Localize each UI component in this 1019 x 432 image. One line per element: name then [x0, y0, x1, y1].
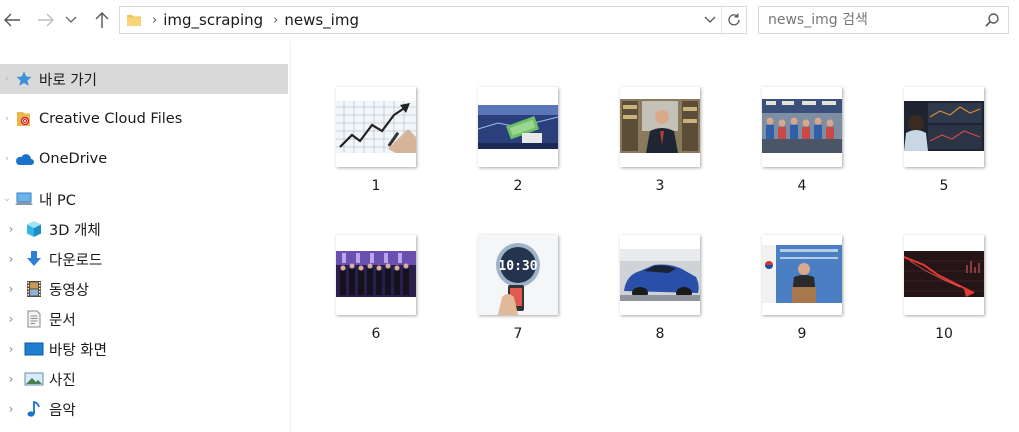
search-box[interactable] — [758, 6, 1009, 34]
nav-item-label: 동영상 — [49, 282, 90, 299]
file-item[interactable]: 10 — [894, 235, 994, 353]
file-name: 8 — [655, 326, 665, 342]
nav-item-quick-access[interactable]: › 바로 가기 — [0, 64, 288, 94]
expand-chevron-icon[interactable]: › — [4, 312, 18, 326]
star-icon — [14, 69, 34, 89]
expand-chevron-icon[interactable]: › — [4, 372, 18, 386]
file-item[interactable]: 6 — [326, 235, 426, 353]
nav-item-label: 다운로드 — [49, 252, 103, 269]
nav-item-label: 바탕 화면 — [49, 342, 107, 359]
address-toolbar: › img_scraping › news_img — [0, 0, 1019, 42]
recent-locations-button[interactable] — [63, 9, 79, 31]
nav-item-this-pc[interactable]: ⌄ 내 PC — [0, 184, 288, 214]
document-icon — [24, 309, 44, 329]
nav-item-label: OneDrive — [39, 151, 108, 167]
expand-chevron-icon[interactable]: › — [4, 222, 18, 236]
file-thumbnail — [478, 87, 558, 167]
file-item[interactable]: 1 — [326, 87, 426, 205]
download-icon — [24, 249, 44, 269]
nav-item-label: 내 PC — [39, 192, 76, 209]
search-input[interactable] — [768, 12, 973, 28]
breadcrumb-separator: › — [152, 12, 158, 28]
file-name: 6 — [371, 326, 381, 342]
nav-item-downloads[interactable]: › 다운로드 — [0, 244, 288, 274]
nav-item-desktop[interactable]: › 바탕 화면 — [0, 334, 288, 364]
chevron-down-icon — [704, 16, 716, 23]
file-name: 7 — [513, 326, 523, 342]
nav-item-label: 3D 개체 — [49, 222, 101, 239]
folder-icon — [127, 15, 141, 26]
file-view: 1 2 3 4 5 6 10:30 7 8 9 10 — [291, 42, 1019, 432]
up-button[interactable] — [92, 9, 112, 31]
nav-item-3d-objects[interactable]: › 3D 개체 — [0, 214, 288, 244]
refresh-button[interactable] — [721, 7, 746, 33]
address-history-dropdown[interactable] — [699, 7, 721, 33]
expand-chevron-icon[interactable]: › — [0, 114, 14, 124]
file-thumbnail — [336, 87, 416, 167]
forward-button[interactable] — [36, 9, 56, 31]
expand-chevron-icon[interactable]: › — [4, 342, 18, 356]
forward-arrow-icon — [38, 13, 54, 27]
desktop-icon — [24, 339, 44, 359]
clock-time-text: 10:30 — [498, 259, 537, 274]
expand-chevron-icon[interactable]: › — [0, 154, 14, 164]
3d-cube-icon — [24, 219, 44, 239]
breadcrumb-img-scraping[interactable]: img_scraping — [163, 11, 263, 29]
nav-item-label: 바로 가기 — [39, 72, 97, 89]
file-name: 4 — [797, 178, 807, 194]
up-arrow-icon — [95, 12, 109, 28]
file-thumbnail: 10:30 — [478, 235, 558, 315]
nav-item-onedrive[interactable]: › OneDrive — [0, 144, 288, 174]
expand-chevron-icon[interactable]: › — [4, 402, 18, 416]
file-thumbnail — [762, 87, 842, 167]
file-thumbnail — [904, 87, 984, 167]
file-name: 9 — [797, 326, 807, 342]
file-item[interactable]: 3 — [610, 87, 710, 205]
file-item[interactable]: 10:30 7 — [468, 235, 568, 353]
pictures-icon — [24, 369, 44, 389]
nav-item-creative-cloud[interactable]: › Creative Cloud Files — [0, 104, 288, 134]
nav-item-pictures[interactable]: › 사진 — [0, 364, 288, 394]
file-thumbnail — [620, 87, 700, 167]
breadcrumb-news-img[interactable]: news_img — [284, 11, 359, 29]
video-film-icon — [24, 279, 44, 299]
nav-item-label: Creative Cloud Files — [39, 111, 183, 127]
file-name: 2 — [513, 178, 523, 194]
file-item[interactable]: 5 — [894, 87, 994, 205]
refresh-icon — [728, 13, 740, 26]
chevron-down-icon — [65, 16, 77, 23]
nav-item-videos[interactable]: › 동영상 — [0, 274, 288, 304]
file-item[interactable]: 9 — [752, 235, 852, 353]
file-name: 10 — [935, 326, 953, 342]
music-note-icon — [24, 399, 44, 419]
file-item[interactable]: 4 — [752, 87, 852, 205]
nav-item-label: 사진 — [49, 372, 76, 389]
collapse-chevron-icon[interactable]: ⌄ — [0, 194, 14, 204]
file-name: 1 — [371, 178, 381, 194]
file-thumbnail — [336, 235, 416, 315]
nav-item-label: 문서 — [49, 312, 76, 329]
computer-icon — [14, 189, 34, 209]
expand-chevron-icon[interactable]: › — [0, 74, 14, 84]
file-item[interactable]: 2 — [468, 87, 568, 205]
address-bar[interactable]: › img_scraping › news_img — [119, 6, 747, 34]
file-thumbnail — [620, 235, 700, 315]
file-item[interactable]: 8 — [610, 235, 710, 353]
file-thumbnail — [762, 235, 842, 315]
file-name: 5 — [939, 178, 949, 194]
expand-chevron-icon[interactable]: › — [4, 282, 18, 296]
onedrive-cloud-icon — [14, 149, 34, 169]
navigation-pane: › 바로 가기 › Creative Cloud Files › OneDriv… — [0, 55, 290, 432]
search-icon[interactable] — [984, 12, 1000, 28]
creative-cloud-icon — [14, 109, 34, 129]
file-name: 3 — [655, 178, 665, 194]
back-button[interactable] — [2, 9, 22, 31]
nav-item-documents[interactable]: › 문서 — [0, 304, 288, 334]
back-arrow-icon — [4, 13, 20, 27]
file-thumbnail — [904, 235, 984, 315]
nav-item-music[interactable]: › 음악 — [0, 394, 288, 424]
expand-chevron-icon[interactable]: › — [4, 252, 18, 266]
nav-item-label: 음악 — [49, 402, 76, 419]
breadcrumb-separator: › — [273, 12, 279, 28]
